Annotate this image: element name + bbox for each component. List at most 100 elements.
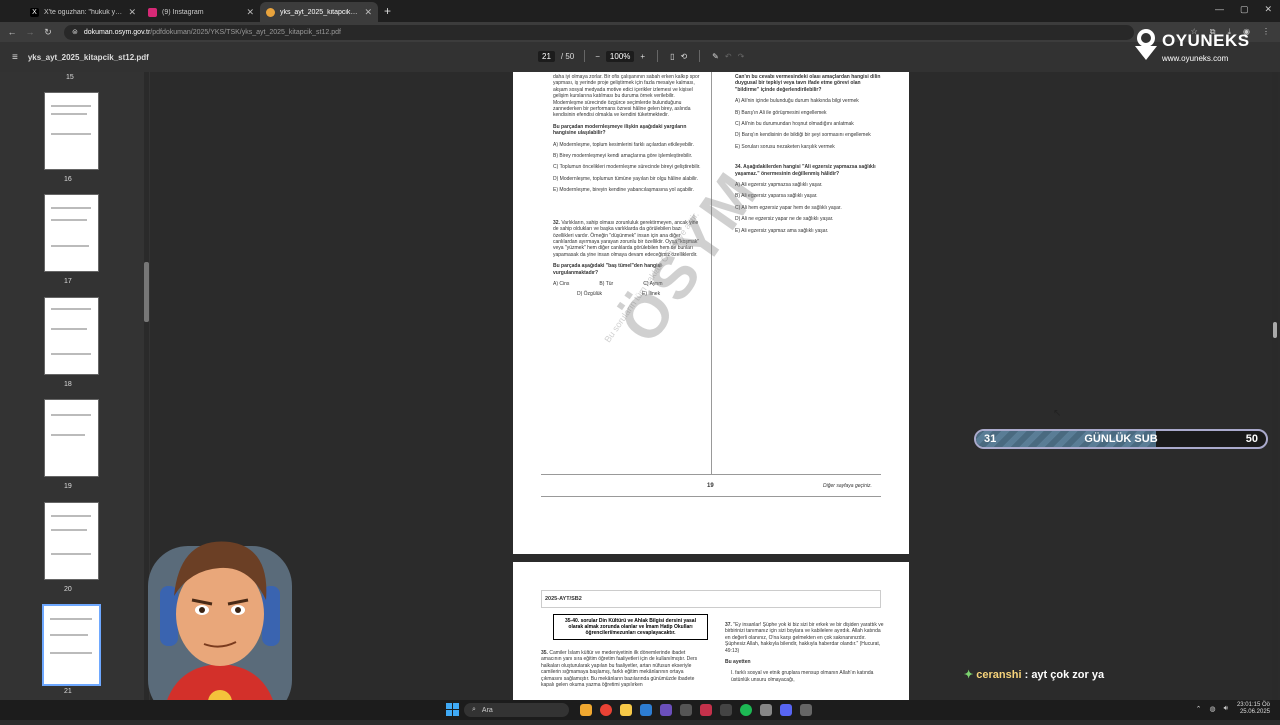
thumbnail-page[interactable] bbox=[44, 194, 99, 272]
tab-label: yks_ayt_2025_kitapcik_st12.pdf bbox=[280, 8, 360, 16]
thumbnail-page-selected[interactable] bbox=[42, 604, 101, 686]
volume-icon[interactable]: 🔊︎ bbox=[1224, 705, 1228, 713]
site-info-icon[interactable]: ⊜ bbox=[72, 28, 78, 36]
option: E) Ali egzersiz yapmaz ama sağlıklı yaşa… bbox=[735, 227, 829, 234]
system-clock[interactable]: 23:01:15 Öö 25.06.2025 bbox=[1237, 702, 1270, 716]
question-37-stem: Bu ayetten bbox=[725, 659, 751, 666]
url-input[interactable]: ⊜ dokuman.osym.gov.tr/pdfdokuman/2025/YK… bbox=[64, 24, 1134, 40]
spotify-icon[interactable] bbox=[740, 704, 752, 716]
taskbar: ⌕ Ara ⌃ ◍ 🔊︎ 23:01:15 Öö 25.06.2025 bbox=[0, 700, 1280, 720]
teams-icon[interactable] bbox=[660, 704, 672, 716]
page-number-input[interactable]: 21 bbox=[538, 50, 555, 62]
thumbnail-page[interactable] bbox=[44, 502, 99, 580]
option: E) Soruları sorusu nezaketen karşılık ve… bbox=[735, 143, 835, 150]
rotate-icon[interactable]: ⟲ bbox=[680, 52, 687, 61]
file-explorer-icon[interactable] bbox=[620, 704, 632, 716]
clock-time: 23:01:15 Öö bbox=[1236, 702, 1270, 708]
annotate-icon[interactable]: ✎ bbox=[712, 52, 719, 61]
fit-page-icon[interactable]: ▯ bbox=[670, 52, 674, 61]
question-33-stem: Can'ın bu cevabı vermesindeki olası amaç… bbox=[735, 74, 881, 93]
taskbar-apps bbox=[580, 704, 812, 716]
tab-instagram[interactable]: (9) Instagram ✕ bbox=[142, 2, 260, 22]
thumbnail-page[interactable] bbox=[44, 92, 99, 170]
instagram-icon bbox=[148, 7, 157, 17]
undo-icon[interactable]: ↶ bbox=[725, 52, 732, 61]
page-scroll-thumb[interactable] bbox=[1273, 322, 1277, 338]
question-number: 34. bbox=[735, 164, 742, 171]
taskbar-search[interactable]: ⌕ Ara bbox=[464, 703, 569, 717]
url-host: dokuman.osym.gov.tr bbox=[83, 28, 151, 36]
option: D) Modernleşme, toplumun tümüne yayılan … bbox=[553, 175, 699, 182]
close-tab-icon[interactable]: ✕ bbox=[246, 7, 254, 18]
page-controls: 21 / 50 − 100% + ▯ ⟲ ✎ ↶ ↷ bbox=[538, 50, 744, 62]
minimize-icon[interactable]: — bbox=[1215, 4, 1224, 15]
discord-icon[interactable] bbox=[780, 704, 792, 716]
chat-username: ceranshi bbox=[976, 669, 1022, 681]
question-35-text: Camiler İslam kültür ve medeniyetinin il… bbox=[541, 650, 698, 689]
sidebar-scroll-thumb[interactable] bbox=[144, 262, 149, 322]
mail-icon[interactable] bbox=[700, 704, 712, 716]
obs-icon[interactable] bbox=[720, 704, 732, 716]
copilot-icon[interactable] bbox=[580, 704, 592, 716]
option: C) Toplumun öncelikleri modernleşme süre… bbox=[553, 164, 701, 171]
search-icon: ⌕ bbox=[472, 706, 476, 713]
footer-rule bbox=[541, 496, 881, 497]
streamer-avatar bbox=[140, 526, 300, 720]
app-icon[interactable] bbox=[760, 704, 772, 716]
question-31-stem: Bu parçadan modernleşmeye ilişkin aşağıd… bbox=[553, 123, 687, 137]
store-icon[interactable] bbox=[680, 704, 692, 716]
option: B) Birey modernleşmeyi kendi amaçlarına … bbox=[553, 153, 693, 160]
thumb-number: 17 bbox=[64, 278, 72, 285]
mouse-cursor-icon: ↖ bbox=[1053, 408, 1062, 419]
new-tab-button[interactable]: + bbox=[384, 4, 391, 18]
thumb-number: 21 bbox=[64, 688, 72, 695]
thumb-number: 18 bbox=[64, 381, 72, 388]
footer-rule bbox=[541, 474, 881, 475]
close-window-icon[interactable]: ✕ bbox=[1264, 4, 1272, 15]
hamburger-menu-icon[interactable]: ≡ bbox=[12, 52, 18, 63]
thumbnail-page[interactable] bbox=[44, 399, 99, 477]
sub-goal: 50 bbox=[1245, 433, 1258, 445]
tab-pdf[interactable]: yks_ayt_2025_kitapcik_st12.pdf ✕ bbox=[260, 2, 378, 22]
tab-twitter[interactable]: X X'te oguzhan: "hukuk yazan kı ✕ bbox=[24, 2, 142, 22]
page-header-box bbox=[541, 590, 881, 608]
system-tray: ⌃ ◍ 🔊︎ bbox=[1196, 705, 1228, 713]
url-path: /pdfdokuman/2025/YKS/TSK/yks_ayt_2025_ki… bbox=[150, 28, 341, 36]
edge-icon[interactable] bbox=[640, 704, 652, 716]
windows-start-icon[interactable] bbox=[446, 703, 459, 716]
thumbnail-page[interactable] bbox=[44, 297, 99, 375]
page-scrollbar[interactable] bbox=[1272, 72, 1278, 700]
option: B) Tür bbox=[599, 280, 614, 287]
pdf-viewer: daha iyi olmaya zorlar. Bir ofis çalışan… bbox=[150, 72, 1280, 700]
forward-icon[interactable]: → bbox=[24, 27, 36, 37]
reload-icon[interactable]: ↻ bbox=[42, 27, 54, 38]
chat-text: : ayt çok zor ya bbox=[1024, 669, 1105, 681]
tray-chevron-icon[interactable]: ⌃ bbox=[1196, 705, 1202, 713]
close-tab-icon[interactable]: ✕ bbox=[364, 7, 372, 18]
thumb-number: 19 bbox=[64, 483, 72, 490]
pdf-icon bbox=[266, 7, 275, 17]
maximize-icon[interactable]: ▢ bbox=[1240, 4, 1249, 15]
x-logo-icon: X bbox=[30, 7, 39, 17]
question-number: 32. bbox=[553, 219, 560, 226]
app-icon[interactable] bbox=[800, 704, 812, 716]
zoom-out-icon[interactable]: − bbox=[595, 52, 600, 61]
zoom-in-icon[interactable]: + bbox=[640, 52, 645, 61]
redo-icon[interactable]: ↷ bbox=[738, 52, 745, 61]
question-34-stem: Aşağıdakilerden hangisi "Ali egzersiz ya… bbox=[735, 164, 876, 177]
section-notice: 35-40. sorular Din Kültürü ve Ahlak Bilg… bbox=[553, 614, 708, 640]
sub-label: GÜNLÜK SUB bbox=[1084, 433, 1158, 445]
network-icon[interactable]: ◍ bbox=[1209, 705, 1215, 713]
question-37-text: "Ey insanlar! Şüphe yok ki biz sizi bir … bbox=[725, 622, 884, 654]
page-total: / 50 bbox=[560, 51, 575, 61]
tab-label: (9) Instagram bbox=[162, 8, 204, 16]
logo-url: www.oyuneks.com bbox=[1162, 54, 1229, 63]
option: C) Ali'nin bu durumundan hoşnut olmadığı… bbox=[735, 121, 854, 128]
logo-brand: OYUNEKS bbox=[1162, 31, 1250, 50]
chrome-icon[interactable] bbox=[600, 704, 612, 716]
menu-dots-icon[interactable]: ⋮ bbox=[1262, 27, 1270, 37]
zoom-input[interactable]: 100% bbox=[605, 50, 635, 62]
passage-text: daha iyi olmaya zorlar. Bir ofis çalışan… bbox=[553, 74, 700, 119]
close-tab-icon[interactable]: ✕ bbox=[128, 7, 136, 18]
back-icon[interactable]: ← bbox=[6, 27, 18, 37]
